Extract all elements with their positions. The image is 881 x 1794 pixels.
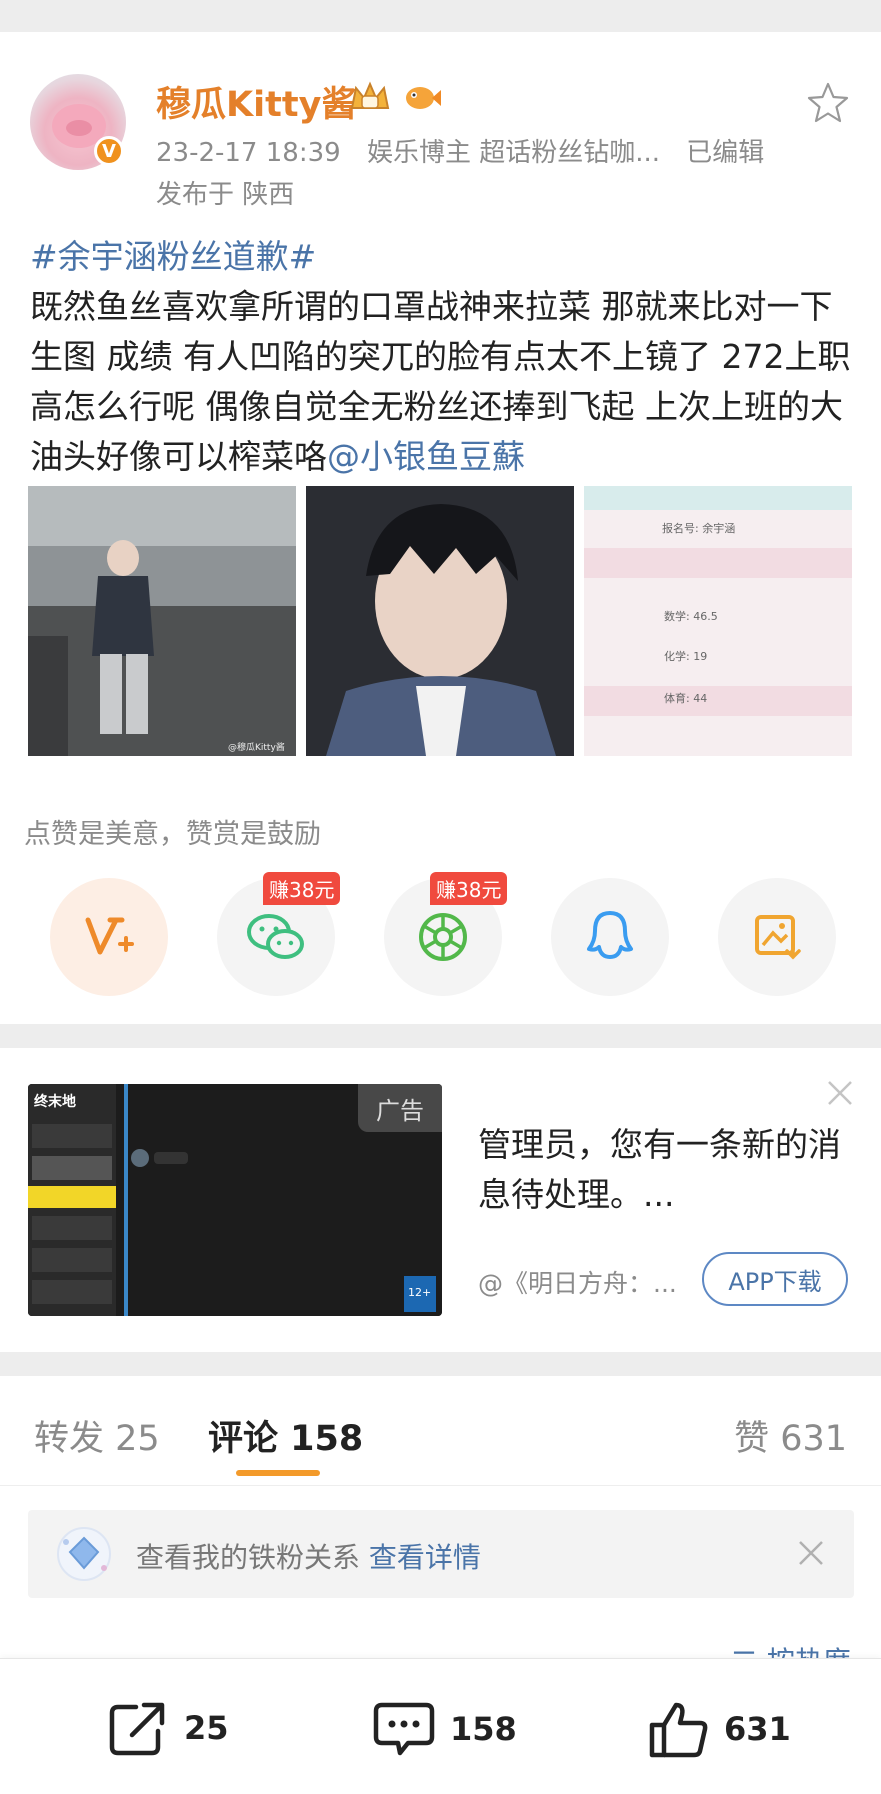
- sheet-band: [584, 548, 852, 578]
- close-icon[interactable]: [796, 1538, 826, 1568]
- top-gap: [0, 0, 881, 32]
- fish-badge-icon[interactable]: [402, 80, 442, 114]
- close-icon[interactable]: [825, 1078, 855, 1108]
- sheet-row-math: 数学: 46.5: [664, 610, 718, 623]
- ad-rating: 12+: [408, 1286, 431, 1299]
- post-image-1[interactable]: @穆瓜Kitty酱: [28, 486, 296, 756]
- author-tag: 娱乐博主 超话粉丝钻咖...: [366, 138, 660, 168]
- share-icon: [109, 1702, 165, 1756]
- section-gap: [0, 1352, 881, 1376]
- post-content: #余宇涵粉丝道歉# 既然鱼丝喜欢拿所谓的口罩战神来拉菜 那就来比对一下生图 成绩…: [30, 232, 856, 482]
- share-moments-button[interactable]: 赚38元: [384, 872, 508, 996]
- section-gap: [0, 1024, 881, 1048]
- repost-button[interactable]: 25: [108, 1699, 229, 1757]
- ad-source[interactable]: @《明日方舟：...: [478, 1264, 677, 1300]
- like-count: 631: [724, 1710, 791, 1748]
- view-details-link[interactable]: 查看详情: [369, 1541, 481, 1574]
- active-tab-indicator: [236, 1470, 320, 1476]
- share-row: 赚38元 赚38元: [50, 872, 840, 998]
- save-image-button[interactable]: [718, 878, 836, 996]
- post-timestamp: 23-2-17 18:39: [156, 138, 341, 168]
- sheet-row-chem: 化学: 19: [664, 650, 708, 663]
- sort-by-hot[interactable]: 二 按热度: [730, 1640, 851, 1660]
- fans-relation-banner[interactable]: 查看我的铁粉关系 查看详情: [28, 1510, 854, 1598]
- comment-icon: [373, 1702, 435, 1756]
- image-grid: @穆瓜Kitty酱 报名号: 余宇涵 数学: 46.5 化学: 19 体育: 4…: [28, 486, 856, 756]
- diamond-icon: [57, 1527, 111, 1581]
- earn-badge: 赚38元: [263, 872, 341, 905]
- sheet-row-pe: 体育: 44: [664, 692, 708, 705]
- comment-button[interactable]: 158: [372, 1699, 517, 1759]
- ad-card[interactable]: 12+ 终末地 广告 管理员，您有一条新的消息待处理。... @《明日方舟：..…: [0, 1048, 881, 1352]
- post-image-3[interactable]: 报名号: 余宇涵 数学: 46.5 化学: 19 体育: 44: [584, 486, 852, 756]
- repost-count: 25: [184, 1709, 229, 1747]
- earn-badge: 赚38元: [430, 872, 508, 905]
- fans-relation-text: 查看我的铁粉关系 查看详情: [136, 1536, 481, 1576]
- app-download-button[interactable]: APP下载: [702, 1252, 848, 1306]
- tab-comment[interactable]: 评论 158: [208, 1410, 363, 1461]
- moments-icon: [419, 913, 467, 961]
- topic-link[interactable]: #余宇涵粉丝道歉#: [30, 237, 316, 276]
- post-location: 发布于 陕西: [156, 180, 295, 210]
- tab-repost[interactable]: 转发 25: [34, 1410, 160, 1461]
- crown-badge-icon[interactable]: [348, 78, 392, 114]
- sheet-header-band: [584, 486, 852, 510]
- save-image-icon: [755, 915, 801, 960]
- wechat-icon: [247, 914, 304, 959]
- tab-like[interactable]: 赞 631: [734, 1410, 847, 1461]
- image-watermark: @穆瓜Kitty酱: [228, 741, 285, 753]
- edited-label[interactable]: 已编辑: [686, 138, 764, 168]
- weibo-reward-icon: [85, 917, 134, 955]
- bottom-action-bar: 25 158 631: [0, 1658, 881, 1794]
- sheet-name-row: 报名号: 余宇涵: [662, 522, 736, 535]
- qq-icon: [587, 911, 633, 959]
- share-wechat-button[interactable]: 赚38元: [217, 872, 341, 996]
- author-name[interactable]: 穆瓜Kitty酱: [156, 76, 356, 127]
- post-meta: 23-2-17 18:39 娱乐博主 超话粉丝钻咖... 已编辑: [156, 132, 782, 169]
- ad-image[interactable]: 12+ 终末地 广告: [28, 1084, 442, 1316]
- ad-logo: 终末地: [34, 1093, 76, 1110]
- crowd-photo: @穆瓜Kitty酱: [28, 486, 296, 756]
- fans-text: 查看我的铁粉关系: [136, 1541, 361, 1574]
- ad-label: 广告: [358, 1084, 442, 1132]
- share-qq-button[interactable]: [551, 878, 669, 996]
- reward-button[interactable]: [50, 878, 168, 996]
- reward-text: 点赞是美意，赞赏是鼓励: [24, 819, 321, 850]
- portrait-photo: [306, 486, 574, 756]
- comment-count: 158: [450, 1710, 517, 1748]
- verified-badge-icon: V: [94, 136, 124, 166]
- ad-title[interactable]: 管理员，您有一条新的消息待处理。...: [478, 1120, 848, 1220]
- avatar-pig-nose: [66, 120, 92, 136]
- like-button[interactable]: 631: [648, 1699, 791, 1759]
- mention-link[interactable]: @小银鱼豆蘇: [327, 437, 525, 476]
- interaction-tabs: 转发 25 评论 158 赞 631: [0, 1376, 881, 1486]
- post-image-2[interactable]: [306, 486, 574, 756]
- avatar[interactable]: V: [30, 74, 126, 170]
- star-icon[interactable]: [805, 80, 851, 126]
- thumbs-up-icon: [649, 1702, 708, 1758]
